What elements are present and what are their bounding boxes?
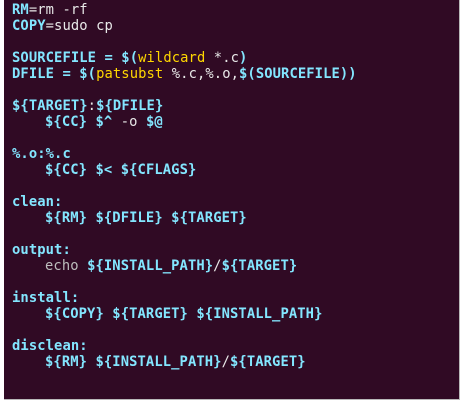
- code-line: clean:: [12, 194, 459, 210]
- screenshot-frame: RM=rm -rf COPY=sudo cp SOURCEFILE = $(wild…: [0, 0, 461, 402]
- code-token-target_name: disclean:: [12, 338, 88, 354]
- code-line: install:: [12, 290, 459, 306]
- code-token-variable: ${INSTALL_PATH}: [87, 258, 214, 274]
- code-token-variable: ${DFILE}: [96, 98, 164, 114]
- code-line: ${TARGET}:${DFILE}: [12, 98, 459, 114]
- code-token-plain: =rm -rf: [28, 2, 88, 18]
- code-token-plain: %.c,%.o,: [163, 66, 240, 82]
- code-token-variable: ${TARGET}: [112, 306, 188, 322]
- code-token-variable: SOURCEFILE = $(: [12, 50, 139, 66]
- code-token-variable: ${INSTALL_PATH}: [196, 306, 323, 322]
- code-line: ${COPY} ${TARGET} ${INSTALL_PATH}: [12, 306, 459, 322]
- code-token-variable: ${DFILE}: [95, 210, 163, 226]
- code-token-variable: $^: [95, 114, 113, 130]
- code-token-target_name: output:: [12, 242, 71, 258]
- code-token-variable: ${CC}: [45, 114, 88, 130]
- code-line: ${RM} ${INSTALL_PATH}/${TARGET}: [12, 354, 459, 370]
- code-token-plain: /: [213, 258, 222, 274]
- code-line: output:: [12, 242, 459, 258]
- code-token-variable: ${TARGET}: [171, 210, 247, 226]
- terminal-editor[interactable]: RM=rm -rf COPY=sudo cp SOURCEFILE = $(wild…: [4, 0, 460, 400]
- code-token-variable: ${COPY}: [45, 306, 104, 322]
- code-token-variable: ${RM}: [45, 354, 88, 370]
- code-token-variable: ${TARGET}: [230, 354, 306, 370]
- code-line: ${CC} $^ -o $@: [12, 114, 459, 130]
- code-token-variable: DFILE = $(: [12, 66, 97, 82]
- code-token-variable: ${CFLAGS}: [120, 162, 197, 178]
- code-token-variable: ${INSTALL_PATH}: [95, 354, 222, 370]
- code-token-plain: :: [87, 98, 97, 114]
- code-token-function: wildcard: [138, 50, 206, 66]
- code-token-variable: ${RM}: [45, 210, 88, 226]
- code-token-function: patsubst: [96, 66, 164, 82]
- code-line: %.o:%.c: [12, 146, 459, 162]
- code-token-variable: $@: [145, 114, 163, 130]
- code-token-variable: $(SOURCEFILE)): [239, 66, 357, 82]
- code-line: ${RM} ${DFILE} ${TARGET}: [12, 210, 459, 226]
- code-token-command: echo: [45, 258, 79, 274]
- code-token-variable: %.o:%.c: [12, 146, 71, 162]
- code-token-variable: ${TARGET}: [12, 98, 88, 114]
- code-token-plain: -o: [112, 114, 146, 130]
- code-token-target_name: clean:: [12, 194, 63, 210]
- code-line: disclean:: [12, 338, 459, 354]
- code-token-plain: =sudo cp: [45, 18, 113, 34]
- code-line: SOURCEFILE = $(wildcard *.c): [12, 50, 459, 66]
- code-line: echo ${INSTALL_PATH}/${TARGET}: [12, 258, 459, 274]
- code-token-variable: $<: [95, 162, 113, 178]
- code-token-variable: ${CC}: [45, 162, 88, 178]
- code-line: DFILE = $(patsubst %.c,%.o,$(SOURCEFILE)…: [12, 66, 459, 82]
- code-token-target_name: install:: [12, 290, 80, 306]
- code-line: RM=rm -rf: [12, 2, 459, 18]
- code-token-variable: ${TARGET}: [221, 258, 298, 274]
- code-token-variable: ): [239, 50, 248, 66]
- code-line: ${CC} $< ${CFLAGS}: [12, 162, 459, 178]
- code-token-variable: COPY: [12, 18, 46, 34]
- code-line: COPY=sudo cp: [12, 18, 459, 34]
- code-token-variable: RM: [12, 2, 29, 18]
- code-token-plain: *.c: [205, 50, 240, 66]
- code-token-plain: /: [221, 354, 230, 370]
